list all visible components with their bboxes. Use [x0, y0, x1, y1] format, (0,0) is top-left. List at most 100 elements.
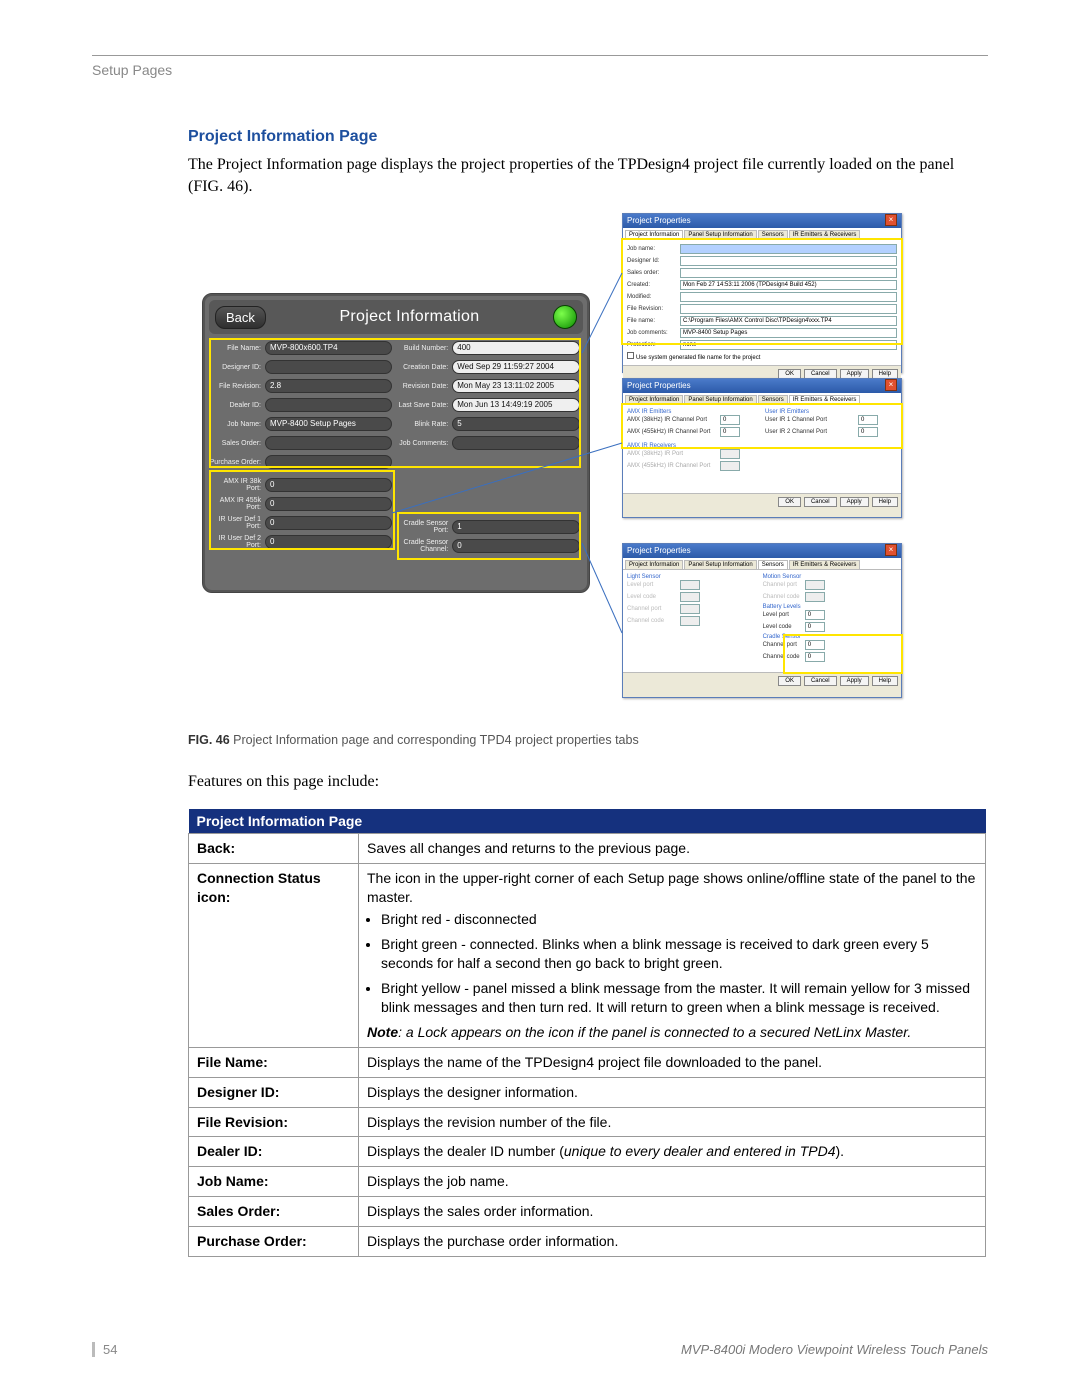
- table-value: Displays the sales order information.: [359, 1197, 986, 1227]
- table-value: The icon in the upper-right corner of ea…: [359, 863, 986, 1047]
- dialog-tab[interactable]: Panel Setup Information: [684, 395, 756, 404]
- dialog-button[interactable]: OK: [778, 676, 801, 686]
- dialog-field-value: [805, 580, 825, 590]
- dialog-field-label: AMX (38kHz) IR Port: [627, 451, 717, 457]
- dialog-field-label: Level code: [627, 594, 677, 600]
- features-intro: Features on this page include:: [188, 771, 988, 793]
- dialog-field-label: Protection:: [627, 342, 677, 348]
- close-icon[interactable]: ×: [885, 544, 897, 556]
- panel-field-value: 5: [452, 417, 579, 431]
- panel-field-value: MVP-8400 Setup Pages: [265, 417, 392, 431]
- table-key: Dealer ID:: [189, 1137, 359, 1167]
- dialog-tab[interactable]: IR Emitters & Receivers: [789, 230, 861, 239]
- dialog-field-label: User IR 2 Channel Port: [765, 429, 855, 435]
- dialog-field-value[interactable]: none: [680, 340, 897, 350]
- dialog-button[interactable]: Apply: [840, 497, 869, 507]
- panel-field-value: 0: [452, 539, 579, 553]
- dialog-field-value[interactable]: [680, 292, 897, 302]
- dialog-field-value[interactable]: 0: [858, 427, 878, 437]
- dialog-button[interactable]: OK: [778, 497, 801, 507]
- dialog-field-label: Job comments:: [627, 330, 677, 336]
- panel-field-label: AMX IR 455k Port:: [209, 497, 265, 511]
- table-key: File Name:: [189, 1047, 359, 1077]
- dialog-checkbox-label[interactable]: Use system generated file name for the p…: [627, 352, 897, 361]
- dialog-field-value[interactable]: [680, 256, 897, 266]
- dialog-field-label: Channel code: [627, 618, 677, 624]
- dialog-field-value: [805, 592, 825, 602]
- dialog-field-value[interactable]: 0: [805, 652, 825, 662]
- dialog-title: Project Properties: [627, 544, 691, 558]
- dialog-tab[interactable]: Project Information: [625, 560, 683, 569]
- figure-area: Back Project Information File Name:MVP-8…: [202, 213, 988, 723]
- dialog-field-label: AMX (455kHz) IR Channel Port: [627, 429, 717, 435]
- dialog-tab[interactable]: Project Information: [625, 395, 683, 404]
- panel-field-value: [265, 360, 392, 374]
- panel-field-label: Creation Date:: [396, 364, 452, 371]
- dialog-tab[interactable]: Sensors: [758, 230, 788, 239]
- panel-field-label: Designer ID:: [209, 364, 265, 371]
- panel-field-label: Job Name:: [209, 421, 265, 428]
- close-icon[interactable]: ×: [885, 214, 897, 226]
- project-properties-dialog-3: Project Properties × Project InformationP…: [622, 543, 902, 698]
- dialog-tab[interactable]: Sensors: [758, 560, 788, 569]
- figure-caption: FIG. 46 Project Information page and cor…: [188, 733, 988, 747]
- dialog-field-value[interactable]: [680, 304, 897, 314]
- panel-field-value: MVP-800x600.TP4: [265, 341, 392, 355]
- dialog-field-value[interactable]: C:\Program Files\AMX Control Disc\TPDesi…: [680, 316, 897, 326]
- panel-field-value: 0: [265, 497, 392, 511]
- panel-field-label: Sales Order:: [209, 440, 265, 447]
- panel-field-label: Revision Date:: [396, 383, 452, 390]
- panel-field-value: 1: [452, 520, 579, 534]
- dialog-tab[interactable]: Sensors: [758, 395, 788, 404]
- panel-title: Project Information: [272, 308, 547, 326]
- dialog-field-value[interactable]: [680, 244, 897, 254]
- dialog-field-value[interactable]: [680, 268, 897, 278]
- table-key: Back:: [189, 833, 359, 863]
- dialog-field-value[interactable]: 0: [720, 427, 740, 437]
- panel-field-value: [265, 455, 392, 469]
- dialog-tab[interactable]: IR Emitters & Receivers: [789, 395, 861, 404]
- table-value: Displays the revision number of the file…: [359, 1107, 986, 1137]
- dialog-tab[interactable]: Panel Setup Information: [684, 230, 756, 239]
- dialog-field-value[interactable]: 0: [858, 415, 878, 425]
- dialog-field-label: Level port: [763, 612, 802, 618]
- panel-field-label: IR User Def 1 Port:: [209, 516, 265, 530]
- dialog-field-value[interactable]: Mon Feb 27 14:53:11 2006 (TPDesign4 Buil…: [680, 280, 897, 290]
- dialog-button[interactable]: Cancel: [804, 497, 837, 507]
- panel-field-value: Mon Jun 13 14:49:19 2005: [452, 398, 579, 412]
- close-icon[interactable]: ×: [885, 379, 897, 391]
- dialog-field-label: File name:: [627, 318, 677, 324]
- dialog-title: Project Properties: [627, 379, 691, 393]
- panel-field-value: [452, 436, 579, 450]
- connection-status-icon[interactable]: [553, 305, 577, 329]
- dialog-field-value: [680, 592, 700, 602]
- dialog-button[interactable]: Apply: [840, 676, 869, 686]
- panel-field-label: IR User Def 2 Port:: [209, 535, 265, 549]
- dialog-field-value[interactable]: 0: [805, 622, 825, 632]
- section-title: Project Information Page: [188, 128, 988, 146]
- dialog-field-value[interactable]: 0: [805, 640, 825, 650]
- header-section: Setup Pages: [92, 62, 988, 78]
- doc-title: MVP-8400i Modero Viewpoint Wireless Touc…: [681, 1342, 988, 1357]
- dialog-button[interactable]: Help: [872, 676, 898, 686]
- panel-field-label: Cradle Sensor Channel:: [396, 539, 452, 553]
- dialog-field-value[interactable]: MVP-8400 Setup Pages: [680, 328, 897, 338]
- dialog-tab[interactable]: IR Emitters & Receivers: [789, 560, 861, 569]
- dialog-field-value[interactable]: 0: [805, 610, 825, 620]
- panel-field-value: Mon May 23 13:11:02 2005: [452, 379, 579, 393]
- panel-field-label: File Name:: [209, 345, 265, 352]
- dialog-button[interactable]: Help: [872, 497, 898, 507]
- dialog-field-label: Modified:: [627, 294, 677, 300]
- dialog-field-label: Level code: [763, 624, 802, 630]
- panel-field-label: Dealer ID:: [209, 402, 265, 409]
- dialog-field-label: Created:: [627, 282, 677, 288]
- dialog-tab[interactable]: Panel Setup Information: [684, 560, 756, 569]
- back-button[interactable]: Back: [215, 306, 266, 329]
- table-key: Sales Order:: [189, 1197, 359, 1227]
- dialog-tab[interactable]: Project Information: [625, 230, 683, 239]
- dialog-field-value: [720, 449, 740, 459]
- dialog-field-label: Channel code: [763, 654, 802, 660]
- table-key: Designer ID:: [189, 1077, 359, 1107]
- dialog-field-value[interactable]: 0: [720, 415, 740, 425]
- dialog-button[interactable]: Cancel: [804, 676, 837, 686]
